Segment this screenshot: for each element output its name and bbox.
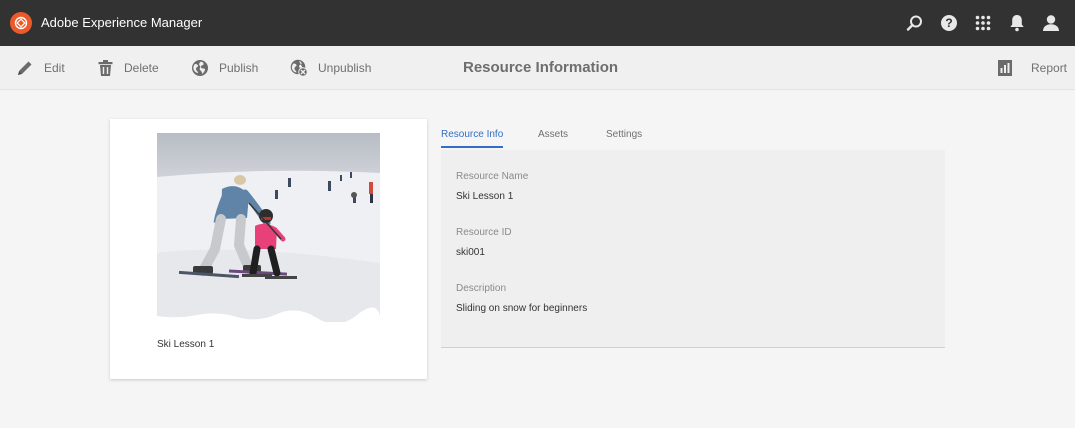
- publish-label: Publish: [219, 61, 259, 75]
- resource-card[interactable]: Ski Lesson 1: [110, 119, 427, 379]
- pencil-icon: [18, 61, 32, 75]
- globe-remove-icon: [290, 59, 308, 77]
- user-avatar-icon[interactable]: [1041, 13, 1061, 33]
- help-icon[interactable]: ?: [939, 13, 959, 33]
- tab-assets[interactable]: Assets: [538, 129, 568, 146]
- action-bar: Edit Delete Publish Unpublish Resource I…: [0, 46, 1075, 90]
- delete-label: Delete: [124, 61, 159, 75]
- notifications-bell-icon[interactable]: [1007, 13, 1027, 33]
- apps-grid-icon[interactable]: [973, 13, 993, 33]
- tab-resource-info[interactable]: Resource Info: [441, 129, 504, 148]
- resource-id-label: Resource ID: [456, 227, 512, 238]
- unpublish-label: Unpublish: [318, 61, 372, 75]
- app-title[interactable]: Adobe Experience Manager: [41, 15, 202, 30]
- edit-button[interactable]: Edit: [16, 59, 65, 77]
- resource-info-panel: Resource Name Ski Lesson 1 Resource ID s…: [441, 150, 945, 348]
- publish-button[interactable]: Publish: [191, 59, 258, 77]
- shell-header: Adobe Experience Manager ?: [0, 0, 1075, 46]
- delete-button[interactable]: Delete: [97, 59, 159, 77]
- unpublish-button[interactable]: Unpublish: [290, 59, 371, 77]
- description-label: Description: [456, 283, 507, 294]
- tab-settings[interactable]: Settings: [606, 129, 642, 146]
- resource-id-value: ski001: [456, 247, 485, 258]
- report-label: Report: [1031, 61, 1068, 75]
- page-title: Resource Information: [463, 59, 619, 76]
- trash-icon: [98, 60, 113, 76]
- search-icon[interactable]: [905, 13, 925, 33]
- report-icon: [998, 60, 1012, 76]
- description-value: Sliding on snow for beginners: [456, 303, 588, 314]
- resource-thumbnail: [157, 133, 380, 322]
- tab-list: Resource Info Assets Settings: [441, 126, 945, 150]
- svg-text:?: ?: [945, 16, 952, 30]
- resource-name-label: Resource Name: [456, 171, 529, 182]
- edit-label: Edit: [44, 61, 65, 75]
- globe-icon: [192, 60, 208, 76]
- aem-logo-icon[interactable]: [10, 12, 32, 34]
- resource-name-value: Ski Lesson 1: [456, 191, 514, 202]
- card-caption: Ski Lesson 1: [157, 339, 215, 350]
- report-button[interactable]: Report: [997, 59, 1067, 77]
